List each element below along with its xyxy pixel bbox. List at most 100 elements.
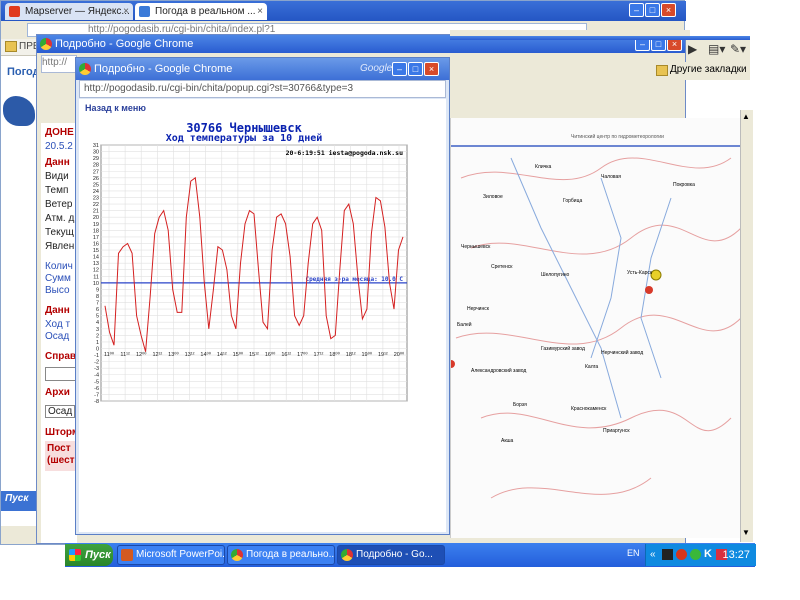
y-tick-label: 25 <box>93 182 99 188</box>
back-to-menu-link[interactable]: Назад к меню <box>85 103 146 113</box>
scroll-up-icon[interactable]: ▲ <box>742 112 750 121</box>
y-tick-label: 15 <box>93 248 99 254</box>
maximize-button[interactable]: □ <box>645 3 660 17</box>
start-label-fragment: Пуск <box>5 493 29 504</box>
y-tick-label: -8 <box>94 399 99 405</box>
x-tick-label: 16¹² <box>281 352 291 358</box>
popup-window-title: Подробно - Google Chrome <box>94 63 233 75</box>
tab-label: Погода в реальном ... <box>155 6 256 17</box>
y-tick-label: -2 <box>94 360 99 366</box>
map-place: Шелопугино <box>541 272 570 278</box>
task-popup-browser[interactable]: Подробно - Go... <box>337 545 445 565</box>
task-label: Погода в реально... <box>246 549 335 560</box>
windows-logo-icon <box>69 549 81 561</box>
y-tick-label: 23 <box>93 196 99 202</box>
tab-label: Mapserver — Яндекс... <box>25 6 130 17</box>
left-item: Атм. д <box>45 213 75 224</box>
wrench-icon[interactable]: ✎▾ <box>730 42 746 56</box>
start-button[interactable]: Пуск <box>65 544 113 566</box>
task-label: Microsoft PowerPoi... <box>136 549 225 560</box>
tray-app-icon[interactable] <box>662 549 673 560</box>
task-label: Подробно - Go... <box>356 549 433 560</box>
select-box[interactable] <box>45 367 77 381</box>
y-tick-label: 3 <box>96 327 99 333</box>
start-label: Пуск <box>85 549 111 561</box>
close-icon[interactable]: × <box>257 3 263 20</box>
close-button[interactable]: × <box>661 3 676 17</box>
x-tick-label: 18¹² <box>346 352 356 358</box>
map-place: Нерчинский завод <box>601 350 644 356</box>
minimize-button[interactable]: – <box>392 62 407 76</box>
map-place: Газимурский завод <box>541 346 585 352</box>
go-arrow-icon[interactable]: ▶ <box>688 42 697 56</box>
task-powerpoint[interactable]: Microsoft PowerPoi... <box>117 545 225 565</box>
yandex-icon <box>9 6 20 17</box>
y-tick-label: 6 <box>96 307 99 313</box>
left-item: 20.5.2 <box>45 141 73 152</box>
left-item: Текущ <box>45 227 74 238</box>
y-tick-label: 22 <box>93 202 99 208</box>
page-menu-icon[interactable]: ▤▾ <box>708 42 725 56</box>
y-tick-label: -5 <box>94 379 99 385</box>
left-item[interactable]: Высо <box>45 285 70 296</box>
maximize-button[interactable]: □ <box>408 62 423 76</box>
left-item: (шест <box>47 455 75 466</box>
y-tick-label: 21 <box>93 209 99 215</box>
minimize-button[interactable]: – <box>629 3 644 17</box>
taskbar: Пуск Microsoft PowerPoi... Погода в реал… <box>65 543 756 567</box>
close-icon[interactable]: × <box>123 3 129 20</box>
tab-mapserver[interactable]: Mapserver — Яндекс... × <box>5 3 133 20</box>
x-tick-label: 17⁰⁰ <box>297 351 308 358</box>
clock: 13:27 <box>722 549 750 561</box>
timestamp-label: 20-6:19:51 iesta@pogoda.nsk.su <box>286 149 403 157</box>
close-button[interactable]: × <box>424 62 439 76</box>
y-tick-label: -4 <box>94 373 99 379</box>
tray-k-icon[interactable]: K <box>704 548 712 560</box>
map-place: Нерчинск <box>467 306 489 312</box>
x-tick-label: 14¹² <box>217 352 227 358</box>
y-tick-label: 11 <box>93 274 99 280</box>
x-tick-label: 12¹² <box>152 352 162 358</box>
other-bookmarks-label[interactable]: Другие закладки <box>670 64 747 75</box>
left-item[interactable]: Сумм <box>45 273 71 284</box>
x-tick-label: 11¹² <box>120 352 130 358</box>
y-tick-label: 19 <box>93 222 99 228</box>
x-tick-label: 14⁰⁰ <box>200 351 211 358</box>
chrome-icon <box>341 549 353 561</box>
tab-weather[interactable]: Погода в реальном ... × <box>135 3 267 20</box>
archive-select[interactable]: Осад <box>45 405 76 418</box>
left-item[interactable]: Ход т <box>45 319 70 330</box>
x-tick-label: 18⁰⁰ <box>329 351 340 358</box>
x-tick-label: 19⁰⁰ <box>362 351 373 358</box>
folder-icon <box>656 65 668 76</box>
left-item[interactable]: ДОНЕ <box>45 127 74 138</box>
chevron-left-icon[interactable]: « <box>650 549 656 560</box>
map-scrollbar[interactable]: ▲ ▼ <box>740 110 753 542</box>
back-taskbar-fragment: Пуск <box>1 491 41 511</box>
middle-window-title: Подробно - Google Chrome <box>55 38 194 50</box>
left-item: Справ <box>45 351 77 362</box>
x-tick-label: 16⁰⁰ <box>265 351 276 358</box>
scroll-down-icon[interactable]: ▼ <box>742 528 750 537</box>
weather-map[interactable]: Читинский центр по гидрометеорологии Кли… <box>450 118 741 538</box>
left-item[interactable]: Колич <box>45 261 73 272</box>
tray-antivirus-icon[interactable] <box>676 549 687 560</box>
left-item[interactable]: Осад <box>45 331 69 342</box>
map-place: Чаловая <box>601 174 621 180</box>
y-tick-label: 10 <box>93 281 99 287</box>
map-place: Сретенск <box>491 264 513 270</box>
tray-network-icon[interactable] <box>690 549 701 560</box>
system-tray: « K 13:27 <box>645 544 756 566</box>
weather-page-icon <box>139 6 150 17</box>
task-weather-browser[interactable]: Погода в реально... <box>227 545 335 565</box>
language-indicator[interactable]: EN <box>627 548 640 558</box>
y-tick-label: 8 <box>96 294 99 300</box>
middle-address-bar[interactable]: http:// <box>41 55 77 73</box>
x-tick-label: 13¹² <box>185 352 195 358</box>
map-place: Александровский завод <box>471 368 527 374</box>
left-item: Данн <box>45 157 70 168</box>
y-tick-label: 14 <box>93 255 99 261</box>
other-bookmarks[interactable]: Другие закладки <box>650 62 750 80</box>
popup-address-bar[interactable]: http://pogodasib.ru/cgi-bin/chita/popup.… <box>79 80 446 98</box>
chart-svg: 3130292827262524232221201918171615141312… <box>93 143 408 405</box>
